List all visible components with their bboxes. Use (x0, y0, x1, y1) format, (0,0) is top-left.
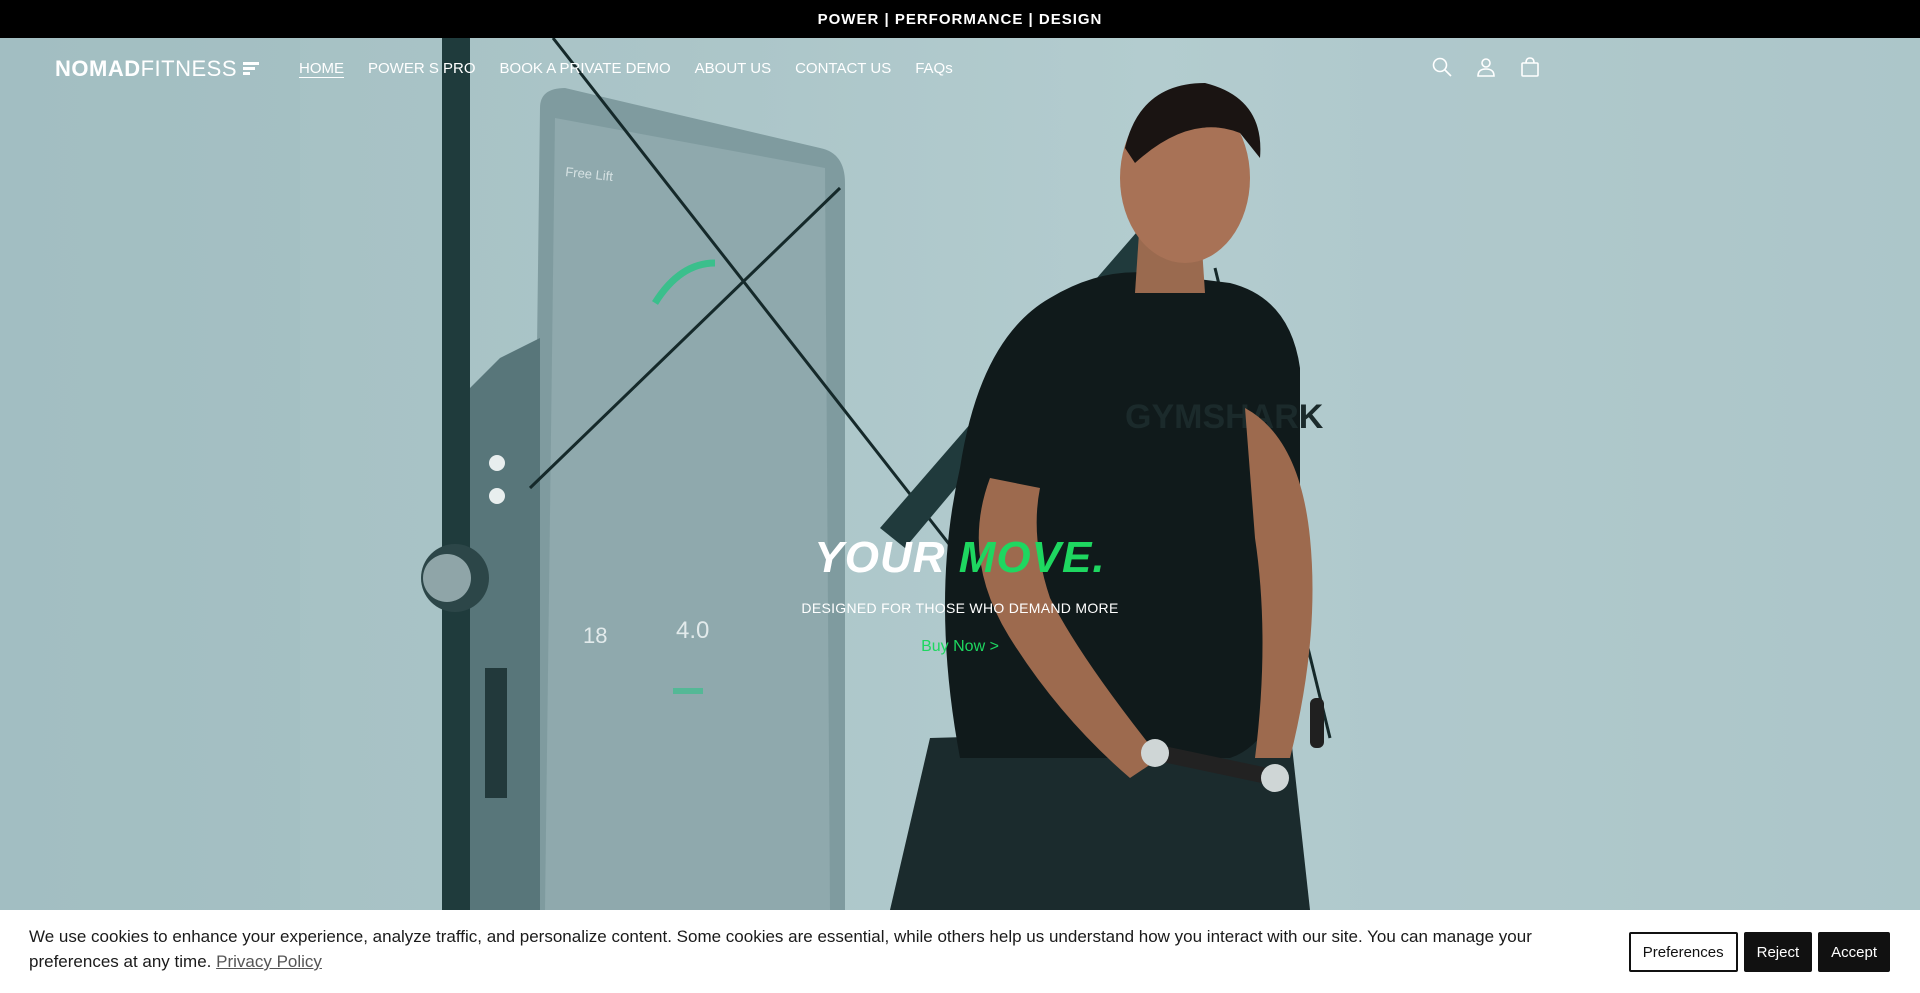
cookie-message: We use cookies to enhance your experienc… (29, 924, 1599, 974)
hero-copy: YOUR MOVE. DESIGNED FOR THOSE WHO DEMAND… (0, 530, 1920, 656)
headline-part-1: YOUR (814, 533, 946, 582)
nav-item-faqs[interactable]: FAQs (915, 60, 953, 77)
search-icon[interactable] (1430, 55, 1454, 79)
preferences-button[interactable]: Preferences (1628, 932, 1738, 972)
logo-light-text: FITNESS (140, 56, 238, 81)
buy-now-link[interactable]: Buy Now > (921, 638, 999, 656)
nav-item-book-demo[interactable]: BOOK A PRIVATE DEMO (500, 60, 671, 77)
account-icon[interactable] (1474, 55, 1498, 79)
hero-section: Free Lift 18 4.0 GYMSHARK (0, 38, 1920, 910)
logo-bold-text: NOMAD (55, 56, 141, 81)
announcement-text: POWER | PERFORMANCE | DESIGN (817, 10, 1103, 28)
privacy-policy-link[interactable]: Privacy Policy (216, 952, 322, 971)
nav-item-contact-us[interactable]: CONTACT US (795, 60, 891, 77)
reject-button[interactable]: Reject (1743, 932, 1813, 972)
hero-subline: DESIGNED FOR THOSE WHO DEMAND MORE (801, 600, 1119, 616)
main-nav: HOME POWER S PRO BOOK A PRIVATE DEMO ABO… (299, 60, 977, 77)
site-header: NOMAD FITNESS HOME POWER S PRO BOOK A PRI… (0, 38, 1920, 96)
shirt-text: GYMSHARK (1125, 398, 1324, 436)
logo-mark-icon (243, 62, 260, 76)
nav-item-about-us[interactable]: ABOUT US (695, 60, 771, 77)
header-icons (1430, 55, 1542, 79)
hero-background-image: Free Lift 18 4.0 GYMSHARK (0, 38, 1920, 910)
site-logo[interactable]: NOMAD FITNESS (55, 56, 260, 82)
nav-item-home[interactable]: HOME (299, 60, 344, 77)
cart-icon[interactable] (1518, 55, 1542, 79)
nav-item-power-s-pro[interactable]: POWER S PRO (368, 60, 476, 77)
hero-headline: YOUR MOVE. (0, 530, 1920, 586)
announcement-bar: POWER | PERFORMANCE | DESIGN (0, 0, 1920, 38)
cookie-buttons: Preferences Reject Accept (1628, 932, 1890, 972)
accept-button[interactable]: Accept (1818, 932, 1890, 972)
cookie-banner: We use cookies to enhance your experienc… (0, 910, 1920, 993)
headline-part-2: MOVE. (958, 533, 1106, 582)
